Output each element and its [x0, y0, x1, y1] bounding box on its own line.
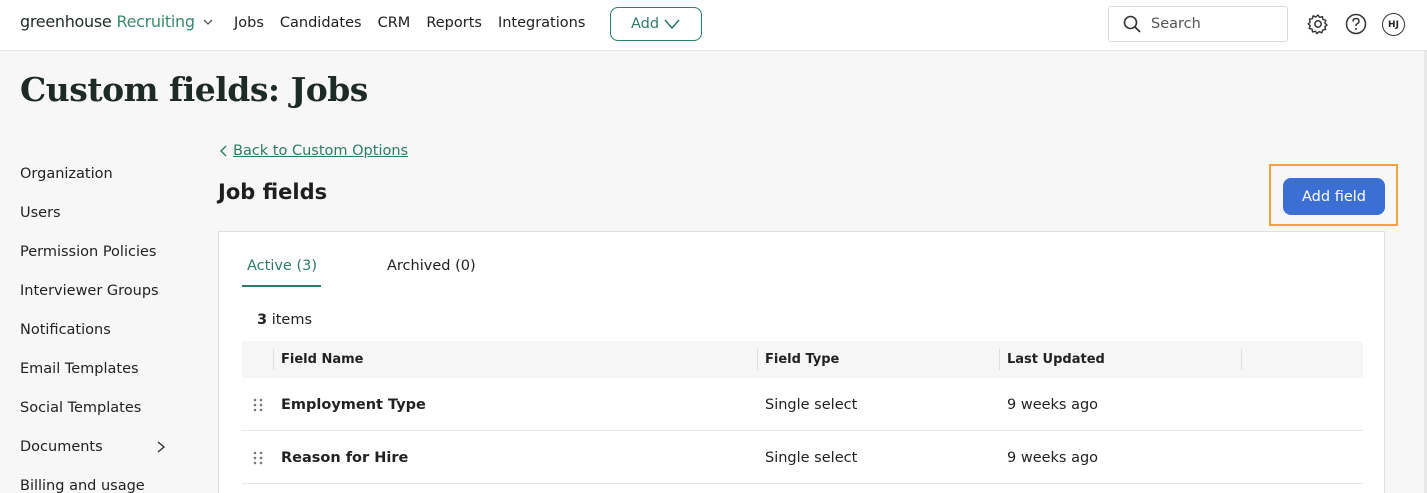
- search-input[interactable]: [1151, 16, 1261, 32]
- search-icon: [1123, 15, 1141, 33]
- help-icon[interactable]: [1345, 13, 1367, 35]
- chevron-down-icon: [664, 19, 680, 30]
- back-link-label: Back to Custom Options: [233, 143, 409, 159]
- column-header-last-updated[interactable]: Last Updated: [1007, 341, 1105, 378]
- sidebar-item-label: Users: [20, 204, 61, 221]
- sidebar-item-interviewer-groups[interactable]: Interviewer Groups: [20, 271, 170, 310]
- field-type-cell: Single select: [765, 449, 858, 466]
- sidebar-item-billing[interactable]: Billing and usage: [20, 466, 170, 493]
- sidebar-item-organization[interactable]: Organization: [20, 154, 170, 193]
- settings-sidebar: Organization Users Permission Policies I…: [20, 154, 170, 493]
- page-title: Custom fields: Jobs: [20, 70, 368, 109]
- sidebar-item-permission-policies[interactable]: Permission Policies: [20, 232, 170, 271]
- column-divider: [757, 349, 758, 370]
- drag-handle-icon[interactable]: [252, 397, 264, 413]
- last-updated-cell: 9 weeks ago: [1007, 449, 1099, 466]
- avatar[interactable]: HJ: [1382, 13, 1405, 36]
- sidebar-item-label: Organization: [20, 165, 113, 182]
- brand-product: Recruiting: [116, 12, 195, 31]
- field-name-cell[interactable]: Employment Type: [281, 378, 426, 431]
- back-link[interactable]: Back to Custom Options: [219, 143, 408, 159]
- tab-archived[interactable]: Archived (0): [387, 258, 476, 274]
- item-count-number: 3: [257, 312, 268, 328]
- top-nav: greenhouse Recruiting Jobs Candidates CR…: [0, 0, 1427, 51]
- nav-link-candidates[interactable]: Candidates: [280, 15, 362, 31]
- column-divider: [1241, 349, 1242, 370]
- fields-panel: Active (3) Archived (0) 3 items Field Na…: [218, 231, 1385, 493]
- brand-name: greenhouse: [20, 12, 112, 31]
- chevron-left-icon: [220, 145, 227, 157]
- add-menu-button[interactable]: Add: [610, 7, 702, 41]
- sidebar-item-users[interactable]: Users: [20, 193, 170, 232]
- nav-link-reports[interactable]: Reports: [426, 15, 482, 31]
- sidebar-item-label: Notifications: [20, 321, 111, 338]
- tab-active[interactable]: Active (3): [247, 258, 317, 274]
- sidebar-item-social-templates[interactable]: Social Templates: [20, 388, 170, 427]
- field-name-cell[interactable]: Reason for Hire: [281, 431, 408, 484]
- item-count: 3 items: [257, 312, 312, 328]
- add-field-button[interactable]: Add field: [1283, 178, 1385, 215]
- column-header-field-name[interactable]: Field Name: [281, 341, 363, 378]
- table-row[interactable]: Reason for Hire Single select 9 weeks ag…: [242, 431, 1363, 484]
- sidebar-item-label: Billing and usage: [20, 477, 145, 493]
- chevron-down-icon: [203, 19, 213, 25]
- section-title: Job fields: [218, 180, 328, 204]
- column-divider: [273, 349, 274, 370]
- nav-link-crm[interactable]: CRM: [378, 15, 411, 31]
- sidebar-item-documents[interactable]: Documents: [20, 427, 170, 466]
- main-nav: Jobs Candidates CRM Reports Integrations: [234, 15, 601, 31]
- sidebar-item-label: Documents: [20, 438, 103, 455]
- table-row[interactable]: Employment Type Single select 9 weeks ag…: [242, 378, 1363, 431]
- sidebar-item-label: Email Templates: [20, 360, 139, 377]
- add-menu-label: Add: [630, 16, 660, 32]
- nav-link-integrations[interactable]: Integrations: [498, 15, 585, 31]
- sidebar-item-label: Permission Policies: [20, 243, 157, 260]
- active-tab-indicator: [242, 285, 321, 287]
- field-type-cell: Single select: [765, 396, 858, 413]
- last-updated-cell: 9 weeks ago: [1007, 396, 1099, 413]
- item-count-suffix: items: [271, 312, 313, 328]
- sidebar-item-label: Interviewer Groups: [20, 282, 159, 299]
- brand-logo[interactable]: greenhouse Recruiting: [20, 12, 213, 31]
- sidebar-item-email-templates[interactable]: Email Templates: [20, 349, 170, 388]
- column-header-field-type[interactable]: Field Type: [765, 341, 839, 378]
- nav-link-jobs[interactable]: Jobs: [234, 15, 264, 31]
- sidebar-item-notifications[interactable]: Notifications: [20, 310, 170, 349]
- search-box[interactable]: [1108, 6, 1288, 42]
- gear-icon[interactable]: [1307, 13, 1329, 35]
- column-divider: [999, 349, 1000, 370]
- chevron-right-icon: [157, 440, 166, 453]
- drag-handle-icon[interactable]: [252, 450, 264, 466]
- sidebar-item-label: Social Templates: [20, 399, 142, 416]
- table-header: Field Name Field Type Last Updated: [242, 341, 1363, 378]
